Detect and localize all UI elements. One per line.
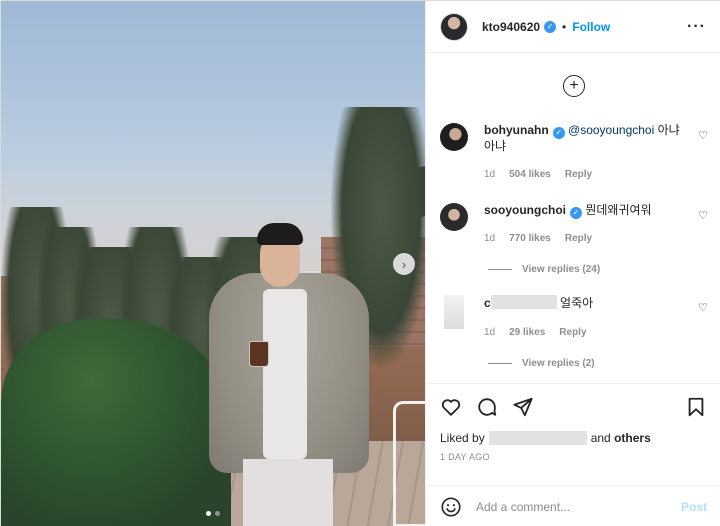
hedge xyxy=(1,319,231,526)
author-username[interactable]: kto940620 xyxy=(482,20,540,34)
reply-button[interactable]: Reply xyxy=(565,169,592,180)
comment-like-heart-icon[interactable]: ♡ xyxy=(698,209,708,222)
comment-username[interactable]: c xyxy=(484,296,491,310)
follow-button[interactable]: Follow xyxy=(572,20,610,34)
comment-item: sooyoungchoi ✓ 뭔데왜귀여워 1d 770 likes Reply … xyxy=(440,203,708,253)
carousel-next-button[interactable]: › xyxy=(393,253,415,275)
post-photo[interactable]: › xyxy=(1,1,425,526)
carousel-dot xyxy=(206,511,211,516)
comment-meta: 1d 504 likes Reply xyxy=(484,169,592,180)
verified-badge-icon: ✓ xyxy=(544,20,557,33)
view-replies-label: View replies (24) xyxy=(522,264,601,275)
comment-text: sooyoungchoi ✓ 뭔데왜귀여워 xyxy=(484,203,684,219)
comment-item: bohyunahn ✓ @sooyoungchoi 아냐 아냐 1d 504 li… xyxy=(440,123,708,193)
comment-like-heart-icon[interactable]: ♡ xyxy=(698,301,708,314)
comment-likes[interactable]: 29 likes xyxy=(509,327,545,338)
redacted-username xyxy=(490,295,557,309)
verified-badge-icon: ✓ xyxy=(552,126,565,139)
instagram-post-view: › kto940620 ✓ • Follow ··· + bohyunahn ✓ … xyxy=(0,0,720,526)
commenter-avatar[interactable] xyxy=(440,203,468,231)
emoji-icon[interactable] xyxy=(440,496,462,518)
carousel-dots xyxy=(1,511,425,516)
header-separator: • xyxy=(562,19,567,34)
comment-item: c 얼죽아 1d 29 likes Reply ♡ xyxy=(440,295,708,345)
comment-age[interactable]: 1d xyxy=(484,169,495,180)
carousel-dot xyxy=(215,511,220,516)
view-replies-button[interactable]: View replies (2) xyxy=(488,358,595,369)
person xyxy=(205,223,371,526)
redacted-liker[interactable] xyxy=(488,431,587,445)
bookmark-icon[interactable] xyxy=(685,396,707,418)
replies-line xyxy=(488,363,512,364)
comment-input[interactable] xyxy=(476,499,666,514)
post-timestamp[interactable]: 1 DAY AGO xyxy=(426,452,720,462)
comments-list: + bohyunahn ✓ @sooyoungchoi 아냐 아냐 1d 504 … xyxy=(426,53,720,383)
comment-mention[interactable]: @sooyoungchoi xyxy=(568,123,654,137)
post-side-panel: kto940620 ✓ • Follow ··· + bohyunahn ✓ @s… xyxy=(425,1,720,526)
chevron-right-icon: › xyxy=(401,256,407,272)
white-chair xyxy=(393,401,425,526)
paper-plane-icon[interactable] xyxy=(512,396,534,418)
coffee-cup xyxy=(249,341,269,367)
reply-button[interactable]: Reply xyxy=(565,233,592,244)
author-avatar[interactable] xyxy=(440,12,468,41)
view-replies-button[interactable]: View replies (24) xyxy=(488,264,600,275)
comment-meta: 1d 770 likes Reply xyxy=(484,233,592,244)
replies-line xyxy=(488,269,512,270)
view-replies-label: View replies (2) xyxy=(522,358,595,369)
comment-age[interactable]: 1d xyxy=(484,233,495,244)
heart-icon[interactable] xyxy=(440,396,462,418)
comment-username[interactable]: bohyunahn xyxy=(484,123,549,137)
load-more-comments-icon[interactable]: + xyxy=(563,75,585,97)
comment-username[interactable]: sooyoungchoi xyxy=(484,203,566,217)
comment-likes[interactable]: 770 likes xyxy=(509,233,551,244)
liked-by-connector: and xyxy=(590,431,611,445)
comment-likes[interactable]: 504 likes xyxy=(509,169,551,180)
verified-badge-icon: ✓ xyxy=(570,206,582,219)
comment-meta: 1d 29 likes Reply xyxy=(484,327,587,338)
post-header: kto940620 ✓ • Follow ··· xyxy=(426,1,720,53)
add-comment-bar: Post xyxy=(426,485,720,526)
reply-button[interactable]: Reply xyxy=(559,327,586,338)
post-comment-button[interactable]: Post xyxy=(681,500,707,514)
comment-text: bohyunahn ✓ @sooyoungchoi 아냐 아냐 xyxy=(484,123,684,154)
post-actions: Liked by and others 1 DAY AGO xyxy=(426,383,720,462)
comment-age[interactable]: 1d xyxy=(484,327,495,338)
liked-by-prefix: Liked by xyxy=(440,431,485,445)
comment-icon[interactable] xyxy=(476,396,498,418)
comment-text: c 얼죽아 xyxy=(484,295,684,311)
liked-by-line: Liked by and others xyxy=(426,430,720,446)
commenter-avatar[interactable] xyxy=(440,123,468,151)
comment-body: 얼죽아 xyxy=(560,296,594,310)
comment-body: 뭔데왜귀여워 xyxy=(585,203,652,217)
commenter-avatar[interactable] xyxy=(444,295,464,329)
comment-like-heart-icon[interactable]: ♡ xyxy=(698,129,708,142)
more-options-icon[interactable]: ··· xyxy=(687,18,706,36)
action-icons-row xyxy=(426,384,720,430)
liked-by-others-link[interactable]: others xyxy=(614,431,651,445)
